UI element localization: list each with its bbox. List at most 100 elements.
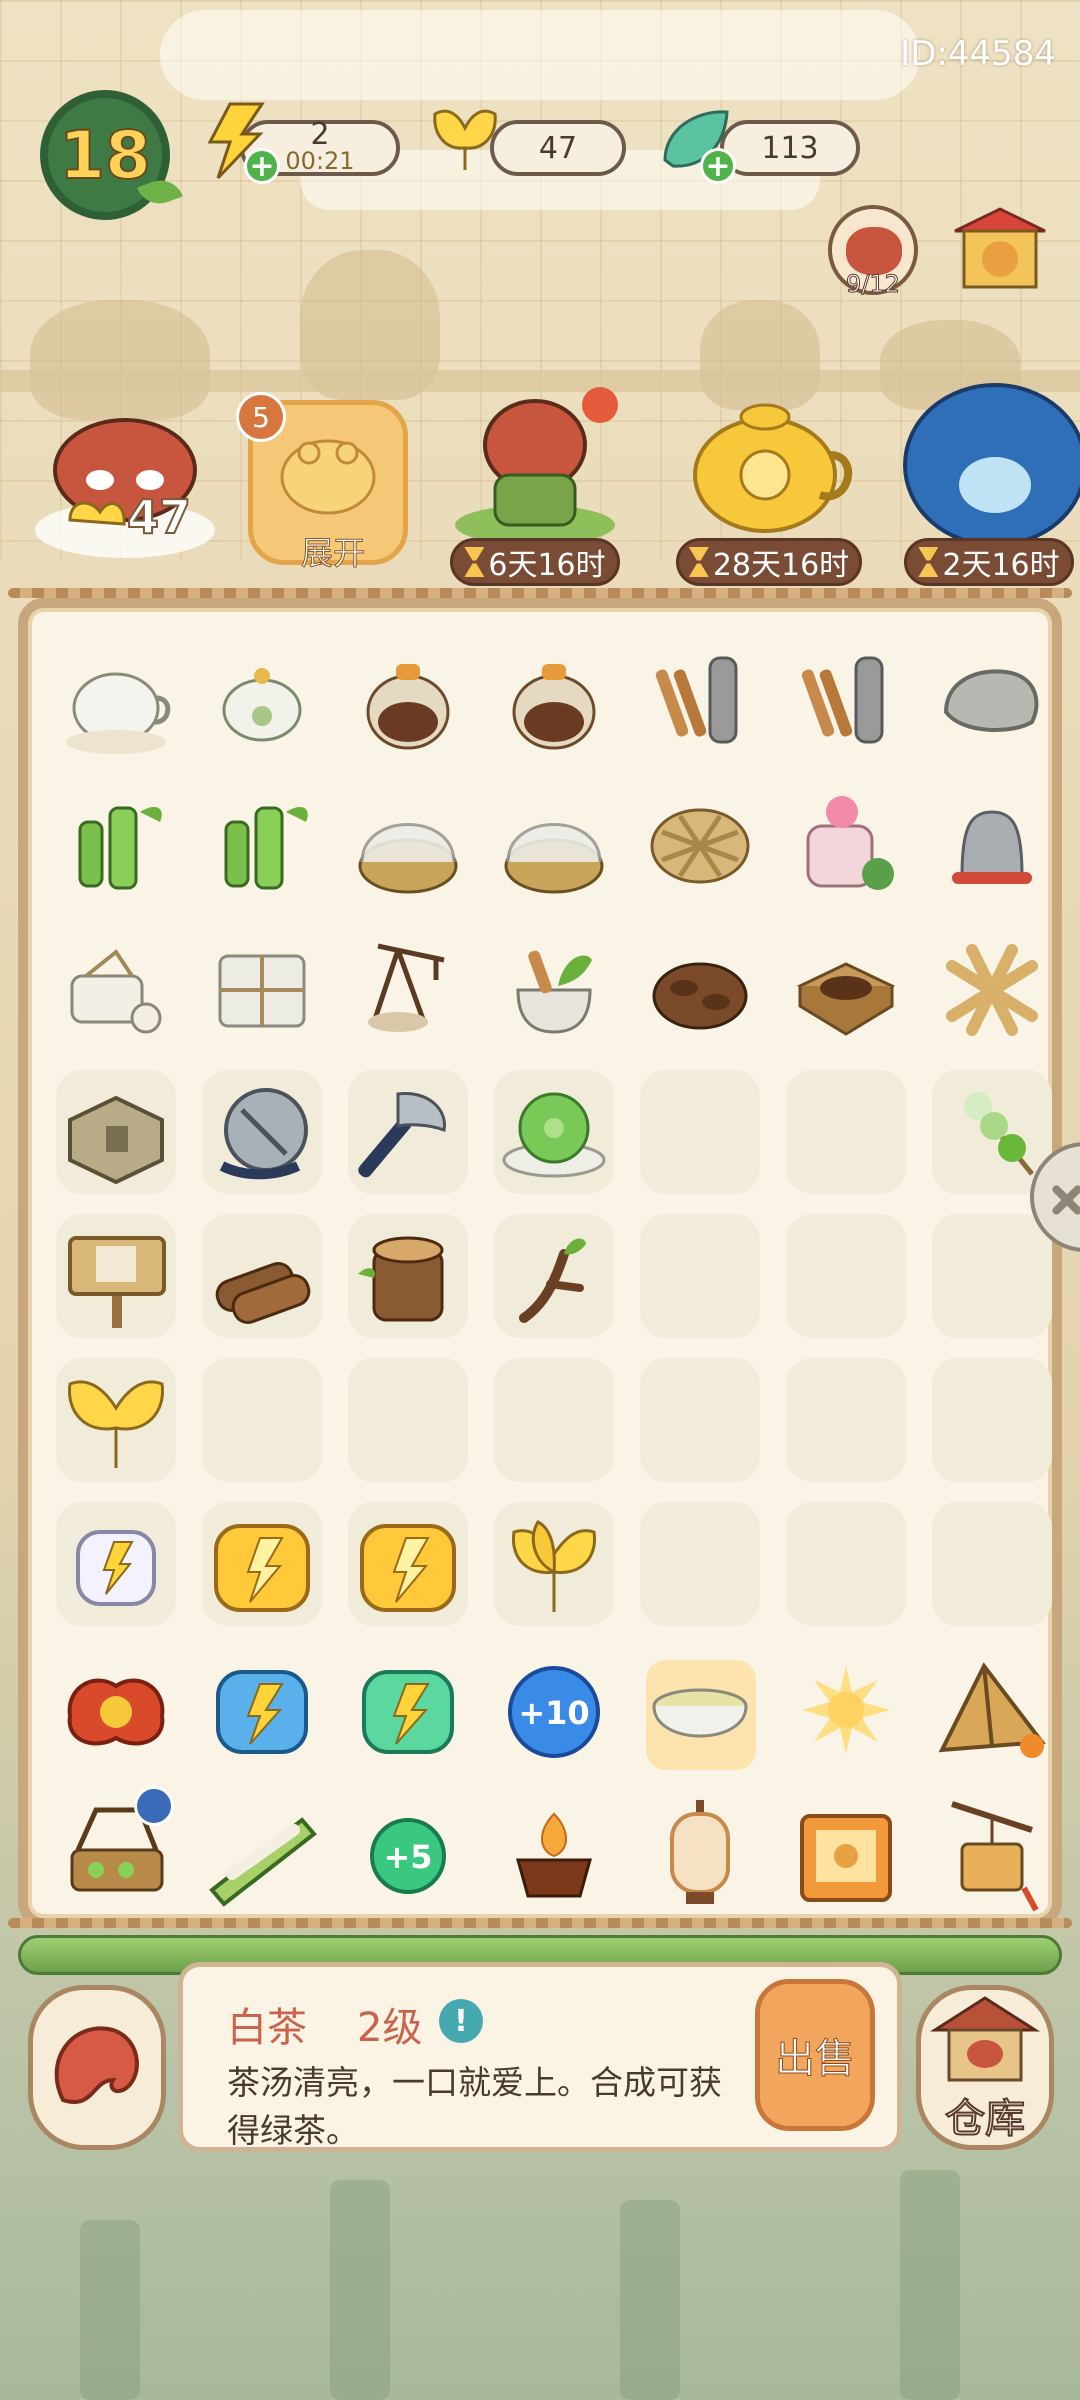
- green-pastry-icon: [502, 1092, 606, 1178]
- ginkgo-leaf-icon: [433, 109, 497, 170]
- board-item-lantern[interactable]: [634, 1780, 766, 1924]
- background-bamboo: [900, 2170, 960, 2400]
- tent-icon: [938, 1662, 1046, 1758]
- empty-slot[interactable]: [488, 1348, 620, 1492]
- board-item-tea-stand[interactable]: [50, 1780, 182, 1924]
- dark-leaves-icon: [652, 962, 748, 1030]
- empty-slot[interactable]: [634, 1060, 766, 1204]
- slot-background: [494, 1358, 614, 1482]
- board-item-teapot-cloud[interactable]: [50, 628, 182, 772]
- board-item-lotus-jar[interactable]: [780, 772, 912, 916]
- board-item-energy-card-green[interactable]: [342, 1636, 474, 1780]
- board-item-grinder[interactable]: [196, 1060, 328, 1204]
- board-item-teapot-small[interactable]: [196, 628, 328, 772]
- empty-slot[interactable]: [342, 1348, 474, 1492]
- board-item-covered-basket[interactable]: [342, 772, 474, 916]
- background-bamboo: [330, 2180, 390, 2400]
- board-item-dark-leaves[interactable]: [634, 916, 766, 1060]
- bell-icon: [952, 810, 1032, 884]
- empty-slot[interactable]: [634, 1492, 766, 1636]
- board-item-energy-card-small[interactable]: [50, 1492, 182, 1636]
- board-item-bamboo-noodles[interactable]: [196, 1780, 328, 1924]
- item-description: 茶汤清亮，一口就爱上。合成可获得绿茶。: [227, 2063, 722, 2150]
- empty-slot[interactable]: [780, 1060, 912, 1204]
- board-item-ginkgo-bundle[interactable]: [488, 1492, 620, 1636]
- empty-slot[interactable]: [634, 1348, 766, 1492]
- board-item-woven-knot[interactable]: [926, 916, 1058, 1060]
- board-item-hanging-basket[interactable]: [926, 1780, 1058, 1924]
- board-item-covered-basket[interactable]: [488, 772, 620, 916]
- board-item-stone-block[interactable]: [50, 1060, 182, 1204]
- level-badge[interactable]: 18: [40, 90, 183, 220]
- paper-package-icon: [218, 954, 306, 1028]
- blue-forest-event[interactable]: [900, 375, 1080, 550]
- red-panda-hunter-event[interactable]: [440, 375, 630, 550]
- board-item-stone[interactable]: [926, 628, 1058, 772]
- gold-leaf-counter[interactable]: 47: [490, 120, 626, 176]
- sell-bin-button[interactable]: [28, 1985, 166, 2150]
- board-item-bell[interactable]: [926, 772, 1058, 916]
- level-number: 18: [58, 116, 152, 195]
- board-item-ginkgo-leaf[interactable]: [50, 1348, 182, 1492]
- board-item-gold-splash[interactable]: [780, 1636, 912, 1780]
- empty-slot[interactable]: [780, 1492, 912, 1636]
- board-item-paper-package[interactable]: [196, 916, 328, 1060]
- slot-background: [932, 1502, 1052, 1626]
- board-item-bamboo[interactable]: [50, 772, 182, 916]
- expand-label: 展开: [300, 534, 365, 573]
- board-item-cinnamon-scroll[interactable]: [780, 628, 912, 772]
- board-item-tea-box[interactable]: [780, 916, 912, 1060]
- teapot-small-icon: [222, 668, 302, 742]
- covered-basket-icon: [358, 823, 458, 894]
- green-leaf-counter[interactable]: 113: [720, 120, 860, 176]
- board-item-tent[interactable]: [926, 1636, 1058, 1780]
- sell-button[interactable]: 出售: [755, 1979, 875, 2131]
- board-item-wooden-sign[interactable]: [50, 1204, 182, 1348]
- slot-background: [640, 1502, 760, 1626]
- tea-scale-icon: [368, 943, 445, 1032]
- board-item-fire-jar[interactable]: [342, 628, 474, 772]
- board-item-green-pastry[interactable]: [488, 1060, 620, 1204]
- board-item-energy-card-blue[interactable]: [196, 1636, 328, 1780]
- board-item-paw-lantern[interactable]: [780, 1780, 912, 1924]
- board-item-logs[interactable]: [196, 1204, 328, 1348]
- board-item-bonus-10[interactable]: +10: [488, 1636, 620, 1780]
- empty-slot[interactable]: [926, 1492, 1058, 1636]
- empty-slot[interactable]: [926, 1348, 1058, 1492]
- board-item-brazier[interactable]: [488, 1780, 620, 1924]
- empty-slot[interactable]: [780, 1204, 912, 1348]
- board-item-energy-card-gold[interactable]: [342, 1492, 474, 1636]
- empty-slot[interactable]: [634, 1204, 766, 1348]
- golden-teapot-event[interactable]: [670, 375, 860, 550]
- board-rope-top: [8, 588, 1072, 598]
- board-item-mortar-herbs[interactable]: [488, 916, 620, 1060]
- red-panda-mascot[interactable]: [30, 400, 220, 560]
- empty-slot[interactable]: [780, 1348, 912, 1492]
- fire-jar-icon: [512, 664, 596, 750]
- board-item-red-lucky-cloud[interactable]: [50, 1636, 182, 1780]
- event-timer-text: 28天16时: [712, 548, 850, 583]
- info-icon[interactable]: !: [439, 1999, 483, 2043]
- board-item-bamboo[interactable]: [196, 772, 328, 916]
- board-item-tea-bowl[interactable]: [634, 1636, 766, 1780]
- board-item-branch[interactable]: [488, 1204, 620, 1348]
- hourglass-icon: [464, 547, 485, 577]
- add-green-leaf-button[interactable]: +: [700, 148, 736, 184]
- shrine-icon[interactable]: [950, 205, 1050, 295]
- add-energy-button[interactable]: +: [244, 148, 280, 184]
- board-item-tree-stump[interactable]: [342, 1204, 474, 1348]
- item-name: 白茶: [227, 2005, 307, 2051]
- board-item-bonus-5[interactable]: +5: [342, 1780, 474, 1924]
- board-item-cinnamon-scroll[interactable]: [634, 628, 766, 772]
- slot-background: [640, 1070, 760, 1194]
- board-item-white-bundle[interactable]: [50, 916, 182, 1060]
- board-item-axe[interactable]: [342, 1060, 474, 1204]
- board-item-tea-scale[interactable]: [342, 916, 474, 1060]
- woven-knot-icon: [946, 944, 1038, 1036]
- board-item-woven-mat[interactable]: [634, 772, 766, 916]
- avatar-count: 9/12: [846, 270, 901, 299]
- board-item-energy-card-gold[interactable]: [196, 1492, 328, 1636]
- red-panda-face-icon: [846, 227, 902, 275]
- board-item-fire-jar[interactable]: [488, 628, 620, 772]
- empty-slot[interactable]: [196, 1348, 328, 1492]
